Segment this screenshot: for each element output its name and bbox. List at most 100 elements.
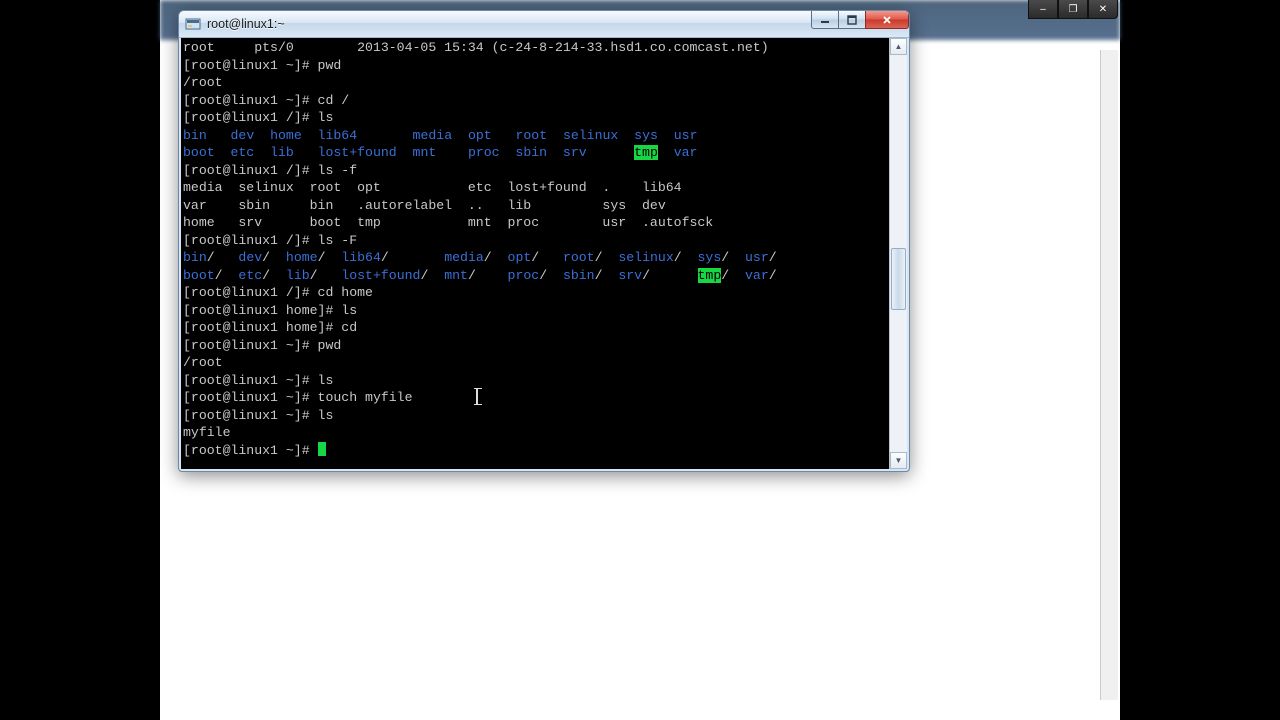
maximize-icon (847, 15, 857, 25)
dir-entry: var (674, 145, 698, 160)
text-cursor-ibeam (476, 389, 478, 404)
cmd-ls: ls (318, 373, 334, 388)
terminal-window: root@linux1:~ root pts/0 2013-04-05 15:3… (178, 10, 910, 472)
titlebar[interactable]: root@linux1:~ (179, 11, 909, 38)
block-cursor (318, 442, 326, 456)
dir-entry: dev (238, 250, 262, 265)
dir-entry: srv (618, 268, 642, 283)
putty-icon (185, 16, 201, 32)
dir-entry: boot (183, 145, 215, 160)
dir-entry: bin (183, 128, 207, 143)
prompt: [root@linux1 ~]# (183, 58, 318, 73)
cmd-cd: cd (341, 320, 357, 335)
background-window-controls: – ❐ ✕ (1028, 0, 1118, 19)
dir-entry: var (745, 268, 769, 283)
dir-entry: selinux (563, 128, 618, 143)
dir-entry: lib64 (341, 250, 381, 265)
cmd-cdhome: cd home (318, 285, 373, 300)
output-pwd: /root (183, 75, 223, 90)
minimize-icon (820, 15, 830, 25)
dir-entry: proc (508, 268, 540, 283)
dir-entry: lost+found (341, 268, 420, 283)
dir-entry: usr (674, 128, 698, 143)
prompt: [root@linux1 ~]# (183, 390, 318, 405)
dir-entry: opt (508, 250, 532, 265)
cmd-touch: touch myfile (318, 390, 413, 405)
dir-entry: home (286, 250, 318, 265)
maximize-icon: ❐ (1069, 4, 1078, 15)
output-myfile: myfile (183, 425, 230, 440)
dir-entry: mnt (444, 268, 468, 283)
prompt: [root@linux1 /]# (183, 110, 318, 125)
prompt: [root@linux1 /]# (183, 163, 318, 178)
dir-entry: root (563, 250, 595, 265)
prompt: [root@linux1 /]# (183, 233, 318, 248)
dir-entry: etc (238, 268, 262, 283)
dir-entry: etc (230, 145, 254, 160)
dir-entry: lost+found (318, 145, 397, 160)
cmd-lsF: ls -F (318, 233, 358, 248)
prompt: [root@linux1 home]# (183, 320, 341, 335)
dir-entry: opt (468, 128, 492, 143)
minimize-icon: – (1040, 4, 1046, 15)
lsf-line: home srv boot tmp mnt proc usr .autofsck (183, 215, 713, 230)
scroll-thumb[interactable] (891, 248, 906, 310)
cmd-ls: ls (341, 303, 357, 318)
dir-entry: sbin (515, 145, 547, 160)
dir-entry: sys (698, 250, 722, 265)
prompt: [root@linux1 ~]# (183, 408, 318, 423)
prompt: [root@linux1 ~]# (183, 443, 318, 458)
minimize-button[interactable] (811, 11, 839, 29)
dir-entry: boot (183, 268, 215, 283)
prompt: [root@linux1 home]# (183, 303, 341, 318)
terminal-output[interactable]: root pts/0 2013-04-05 15:34 (c-24-8-214-… (181, 38, 889, 469)
dir-tmp: tmp (698, 268, 722, 283)
cmd-ls: ls (318, 408, 334, 423)
scroll-down-button[interactable]: ▼ (890, 452, 907, 469)
dir-entry: proc (468, 145, 500, 160)
dir-entry: lib (270, 145, 294, 160)
letterbox-right (1120, 0, 1280, 720)
prompt: [root@linux1 ~]# (183, 93, 318, 108)
dir-entry: media (444, 250, 484, 265)
output-pwd: /root (183, 355, 223, 370)
maximize-button[interactable] (838, 11, 866, 29)
cmd-pwd: pwd (318, 58, 342, 73)
dir-tmp: tmp (634, 145, 658, 160)
dir-entry: dev (231, 128, 255, 143)
dir-entry: sys (634, 128, 658, 143)
login-line: root pts/0 2013-04-05 15:34 (c-24-8-214-… (183, 40, 769, 55)
dir-entry: lib64 (318, 128, 358, 143)
cmd-ls: ls (318, 110, 334, 125)
prompt: [root@linux1 ~]# (183, 338, 318, 353)
cmd-cdroot: cd / (318, 93, 350, 108)
lsf-line: var sbin bin .autorelabel .. lib sys dev (183, 198, 666, 213)
dir-entry: mnt (413, 145, 437, 160)
close-icon: ✕ (1099, 4, 1107, 15)
dir-entry: home (270, 128, 302, 143)
dir-entry: selinux (618, 250, 673, 265)
window-controls (812, 11, 909, 31)
prompt: [root@linux1 /]# (183, 285, 318, 300)
close-icon (882, 15, 892, 25)
window-title: root@linux1:~ (207, 17, 285, 31)
terminal-scrollbar[interactable]: ▲ ▼ (889, 38, 907, 469)
bg-minimize-button[interactable]: – (1028, 0, 1058, 19)
cmd-lsf: ls -f (318, 163, 358, 178)
bg-maximize-button[interactable]: ❐ (1058, 0, 1088, 19)
dir-entry: srv (563, 145, 587, 160)
lsf-line: media selinux root opt etc lost+found . … (183, 180, 682, 195)
scroll-up-button[interactable]: ▲ (890, 38, 907, 55)
dir-entry: usr (745, 250, 769, 265)
dir-entry: bin (183, 250, 207, 265)
dir-entry: lib (286, 268, 310, 283)
dir-entry: media (413, 128, 453, 143)
bg-close-button[interactable]: ✕ (1088, 0, 1118, 19)
cmd-pwd: pwd (318, 338, 342, 353)
background-scrollbar[interactable] (1100, 50, 1118, 700)
letterbox-left (0, 0, 160, 720)
close-button[interactable] (865, 11, 909, 29)
prompt: [root@linux1 ~]# (183, 373, 318, 388)
dir-entry: sbin (563, 268, 595, 283)
dir-entry: root (515, 128, 547, 143)
